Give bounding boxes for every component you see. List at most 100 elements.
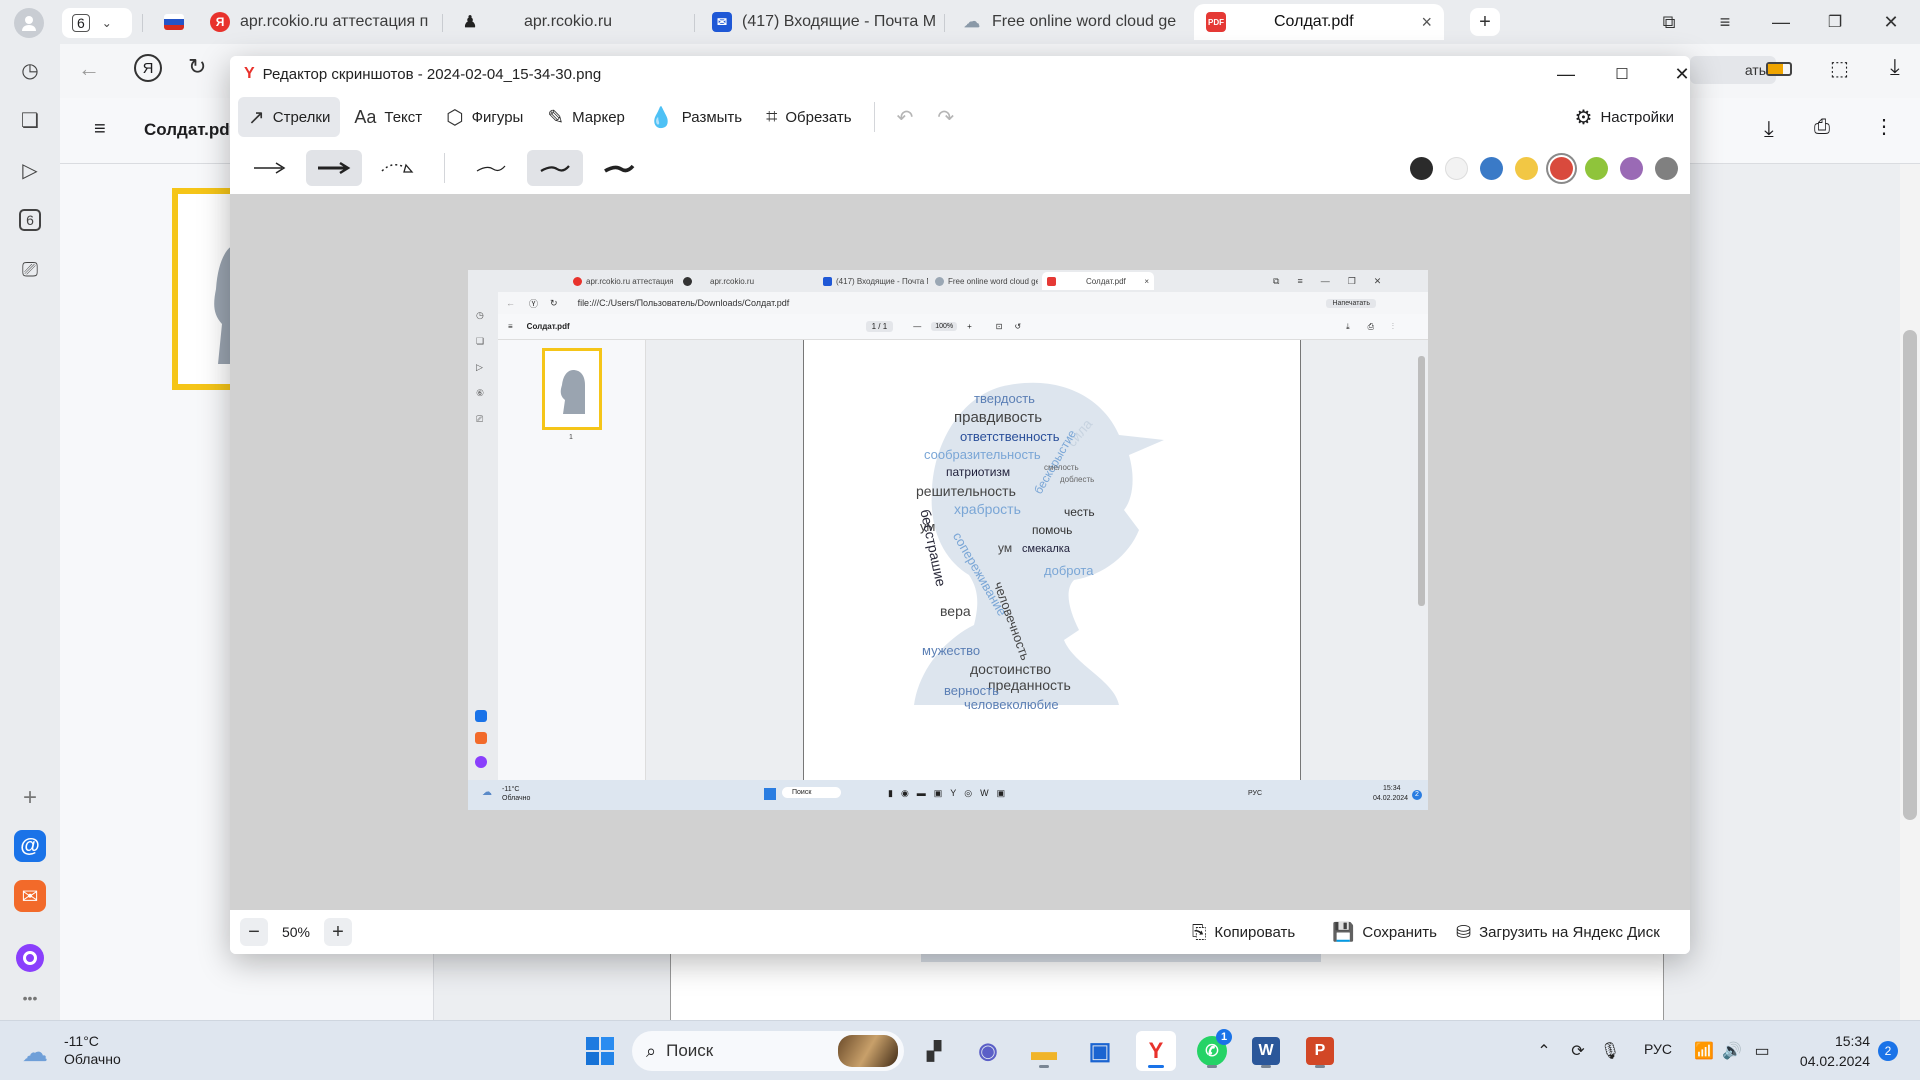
redo-button[interactable]: ↷ [927, 97, 964, 137]
clock[interactable]: 15:34 04.02.2024 [1792, 1031, 1870, 1071]
tray-battery-icon[interactable]: ▭ [1750, 1039, 1774, 1063]
pdf-more-icon[interactable]: ⋮ [1874, 114, 1894, 139]
messenger-icon[interactable]: ✉ [14, 880, 46, 912]
shot-tab-strip: apr.rcokio.ru аттестация п apr.rcokio.ru… [468, 270, 1428, 292]
arrow-style-dotted[interactable] [370, 150, 426, 186]
close-window-icon[interactable]: ✕ [1876, 8, 1906, 36]
minimize-icon[interactable]: — [1766, 8, 1796, 36]
play-icon[interactable]: ▷ [14, 154, 46, 186]
zoom-out-button[interactable]: − [240, 918, 268, 946]
tab-mail-inbox[interactable]: ✉ (417) Входящие - Почта M [700, 4, 940, 40]
color-swatch[interactable] [1550, 156, 1573, 180]
weather-widget[interactable]: ☁ -11°C Облачно [20, 1031, 140, 1071]
color-swatch[interactable] [1480, 156, 1503, 180]
shot-notif: 2 [1412, 790, 1422, 800]
editor-maximize-icon[interactable]: ☐ [1600, 60, 1644, 88]
wifi-icon[interactable]: 📶 [1692, 1039, 1716, 1063]
alice-icon[interactable] [14, 942, 46, 974]
history-icon[interactable]: ◷ [14, 54, 46, 86]
stroke-width-thick[interactable] [591, 150, 647, 186]
extension-icon[interactable]: ⬚ [1830, 56, 1849, 81]
color-swatch[interactable] [1445, 156, 1468, 180]
stroke-width-medium[interactable] [527, 150, 583, 186]
tabs-count-icon[interactable]: 6 [14, 204, 46, 236]
add-panel-icon[interactable]: + [14, 782, 46, 814]
shot-weather-desc: Облачно [502, 795, 531, 802]
russia-flag-icon[interactable] [164, 14, 184, 30]
file-explorer-button[interactable]: ▬ [1024, 1031, 1064, 1071]
copy-label: Копировать [1214, 923, 1296, 941]
task-view-button[interactable]: ▞ [914, 1031, 954, 1071]
notification-badge[interactable]: 2 [1878, 1041, 1898, 1061]
tab-counter-button[interactable]: 6 ⌄ [62, 8, 132, 38]
save-button[interactable]: 💾 Сохранить [1332, 910, 1437, 954]
yandex-home-icon[interactable]: Я [134, 54, 162, 82]
pdf-menu-icon[interactable]: ≡ [94, 118, 106, 141]
pdf-download-icon[interactable]: ⤓ [1764, 116, 1774, 142]
tab-rcokio-attestation[interactable]: Я apr.rcokio.ru аттестация п [198, 4, 438, 40]
editor-canvas[interactable]: apr.rcokio.ru аттестация п apr.rcokio.ru… [230, 194, 1690, 910]
tray-lang[interactable]: РУС [1644, 1041, 1672, 1057]
color-swatch[interactable] [1410, 156, 1433, 180]
tray-microphone-icon[interactable]: 🎙 [1598, 1039, 1622, 1063]
collections-icon[interactable]: ❏ [14, 104, 46, 136]
print-partial-button[interactable]: ать [1690, 56, 1776, 84]
tray-chevron-up-icon[interactable]: ⌃ [1532, 1039, 1556, 1063]
arrow-style-bold[interactable] [306, 150, 362, 186]
powerpoint-button[interactable]: P [1300, 1031, 1340, 1071]
undo-icon: ↶ [896, 106, 914, 129]
store-button[interactable]: ▣ [1080, 1031, 1120, 1071]
word-cloud-word: человеколюбие [964, 697, 1059, 712]
taskbar-search[interactable]: ⌕ Поиск [632, 1031, 904, 1071]
upload-yandex-disk-button[interactable]: ⛁ Загрузить на Яндекс Диск [1456, 910, 1660, 954]
tab-soldat-pdf[interactable]: PDF Солдат.pdf × [1194, 4, 1444, 40]
color-swatch[interactable] [1585, 156, 1608, 180]
mail-at-icon[interactable]: @ [14, 830, 46, 862]
tool-shapes[interactable]: ⬡ Фигуры [436, 97, 533, 137]
screenshot-icon[interactable]: ⎚ [14, 254, 46, 286]
tab-rcokio[interactable]: ♟ apr.rcokio.ru [448, 4, 688, 40]
tool-marker[interactable]: ✎ Маркер [537, 97, 635, 137]
tool-crop[interactable]: ⌗ Обрезать [756, 97, 861, 137]
arrow-style-thin[interactable] [242, 150, 298, 186]
tabs-collections-icon[interactable]: ⧉ [1654, 8, 1684, 36]
whatsapp-button[interactable]: ✆ 1 [1192, 1029, 1232, 1071]
tray-sync-icon[interactable]: ⟳ [1566, 1039, 1590, 1063]
volume-icon[interactable]: 🔊 [1720, 1039, 1744, 1063]
pdf-scrollbar-thumb[interactable] [1903, 330, 1917, 820]
pdf-icon: PDF [1206, 12, 1226, 32]
editor-close-icon[interactable]: ✕ [1660, 60, 1690, 88]
stroke-width-thin[interactable] [463, 150, 519, 186]
downloads-icon[interactable]: ⤓ [1890, 54, 1900, 80]
color-swatch[interactable] [1515, 156, 1538, 180]
word-button[interactable]: W [1246, 1031, 1286, 1071]
reload-icon[interactable]: ↻ [188, 54, 206, 80]
color-palette [1410, 142, 1678, 194]
zoom-in-button[interactable]: + [324, 918, 352, 946]
tab-word-cloud[interactable]: ☁ Free online word cloud ge [950, 4, 1190, 40]
back-icon[interactable]: ← [78, 56, 100, 82]
start-button[interactable] [580, 1031, 620, 1071]
menu-icon[interactable]: ≡ [1710, 8, 1740, 36]
color-swatch[interactable] [1655, 156, 1678, 180]
pdf-print-icon[interactable]: ⎙ [1814, 116, 1830, 139]
close-tab-icon[interactable]: × [1421, 12, 1432, 33]
shot-yandex-icon [573, 276, 582, 286]
copy-button[interactable]: ⎘ Копировать [1192, 910, 1295, 954]
battery-icon[interactable] [1766, 62, 1792, 76]
more-icon[interactable]: ••• [14, 982, 46, 1014]
chat-button[interactable]: ◉ [968, 1031, 1008, 1071]
captured-screenshot[interactable]: apr.rcokio.ru аттестация п apr.rcokio.ru… [468, 270, 1428, 810]
restore-icon[interactable]: ❐ [1820, 8, 1850, 36]
editor-minimize-icon[interactable]: — [1544, 60, 1588, 88]
profile-avatar[interactable] [14, 8, 44, 38]
editor-settings-button[interactable]: ⚙ Настройки [1575, 92, 1675, 142]
color-swatch[interactable] [1620, 156, 1643, 180]
tool-label: Фигуры [471, 108, 524, 126]
tool-blur[interactable]: 💧 Размыть [639, 97, 752, 137]
new-tab-button[interactable]: + [1470, 8, 1500, 36]
undo-button[interactable]: ↶ [887, 97, 924, 137]
tool-text[interactable]: Aa Текст [344, 97, 432, 137]
tool-arrows[interactable]: ↗ Стрелки [238, 97, 341, 137]
yandex-browser-button[interactable]: Y [1136, 1031, 1176, 1071]
